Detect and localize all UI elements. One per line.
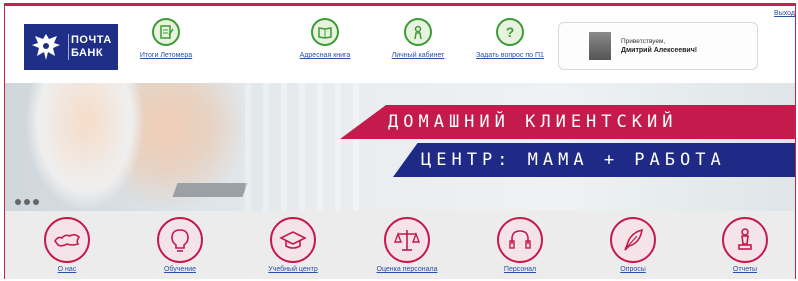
user-name: Дмитрий Алексеевич! — [621, 47, 698, 54]
slider-dot[interactable] — [24, 199, 30, 205]
menu-label: Учебный центр — [268, 266, 318, 273]
toplink-label: Задать вопрос по П1 — [476, 52, 544, 59]
menu-item-surveys[interactable]: Опросы — [593, 217, 673, 273]
banner-stripe-red: ДОМАШНИЙ КЛИЕНТСКИЙ — [340, 105, 795, 139]
brand-line-2: БАНК — [71, 47, 104, 59]
lightbulb-icon — [157, 217, 203, 263]
chess-piece-icon — [722, 217, 768, 263]
avatar[interactable] — [589, 32, 611, 60]
menu-label: О нас — [57, 266, 77, 273]
banner-headline-1: ДОМАШНИЙ КЛИЕНТСКИЙ — [388, 112, 678, 132]
main-menu: О нас Обучение Учебный центр Оценка перс… — [5, 211, 795, 279]
menu-item-training[interactable]: Обучение — [140, 217, 220, 273]
notepad-pencil-icon — [152, 18, 180, 46]
menu-label: Оценка персонала — [376, 266, 438, 273]
menu-label: Персонал — [503, 266, 537, 273]
banner-photo-laptop — [172, 183, 248, 197]
person-icon — [404, 18, 432, 46]
toplink-personal-cabinet[interactable]: Личный кабинет — [368, 18, 468, 59]
question-mark-icon: ? — [496, 18, 524, 46]
menu-label: Отчеты — [732, 266, 758, 273]
menu-label: Опросы — [620, 266, 646, 273]
eagle-emblem-icon — [24, 24, 68, 70]
banner-photo-baby — [25, 83, 145, 211]
pochta-bank-logo[interactable]: ПОЧТА БАНК — [24, 24, 118, 70]
logout-link[interactable]: Выход — [774, 10, 795, 17]
banner-decoration — [245, 83, 365, 211]
slider-dot[interactable] — [33, 199, 39, 205]
svg-text:?: ? — [506, 24, 515, 40]
toplink-itogi-letomera[interactable]: Итоги Летомера — [116, 18, 216, 59]
slider-dot[interactable] — [15, 199, 21, 205]
feather-pen-icon — [610, 217, 656, 263]
user-greeting-box: Приветствуем, Дмитрий Алексеевич! — [558, 22, 758, 70]
headset-icon — [497, 217, 543, 263]
menu-item-staff-evaluation[interactable]: Оценка персонала — [367, 217, 447, 273]
menu-item-reports[interactable]: Отчеты — [705, 217, 785, 273]
menu-item-personnel[interactable]: Персонал — [480, 217, 560, 273]
menu-item-about[interactable]: О нас — [27, 217, 107, 273]
toplink-label: Личный кабинет — [391, 52, 445, 59]
graduation-cap-icon — [270, 217, 316, 263]
address-book-icon — [311, 18, 339, 46]
toplink-label: Адресная книга — [299, 52, 351, 59]
brand-line-1: ПОЧТА — [71, 34, 112, 46]
banner-stripe-blue: ЦЕНТР: МАМА + РАБОТА — [393, 143, 795, 177]
menu-label: Обучение — [163, 266, 196, 273]
menu-item-training-center[interactable]: Учебный центр — [253, 217, 333, 273]
brand-name: ПОЧТА БАНК — [68, 34, 112, 60]
banner-headline-2: ЦЕНТР: МАМА + РАБОТА — [421, 150, 726, 170]
toplink-ask-question[interactable]: ? Задать вопрос по П1 — [460, 18, 560, 59]
toplink-address-book[interactable]: Адресная книга — [275, 18, 375, 59]
promo-banner[interactable]: ДОМАШНИЙ КЛИЕНТСКИЙ ЦЕНТР: МАМА + РАБОТА — [5, 83, 795, 211]
toplink-label: Итоги Летомера — [139, 52, 193, 59]
scales-icon — [384, 217, 430, 263]
greeting-text: Приветствуем, — [621, 38, 666, 45]
slider-dots[interactable] — [15, 199, 39, 205]
russia-map-icon — [44, 217, 90, 263]
